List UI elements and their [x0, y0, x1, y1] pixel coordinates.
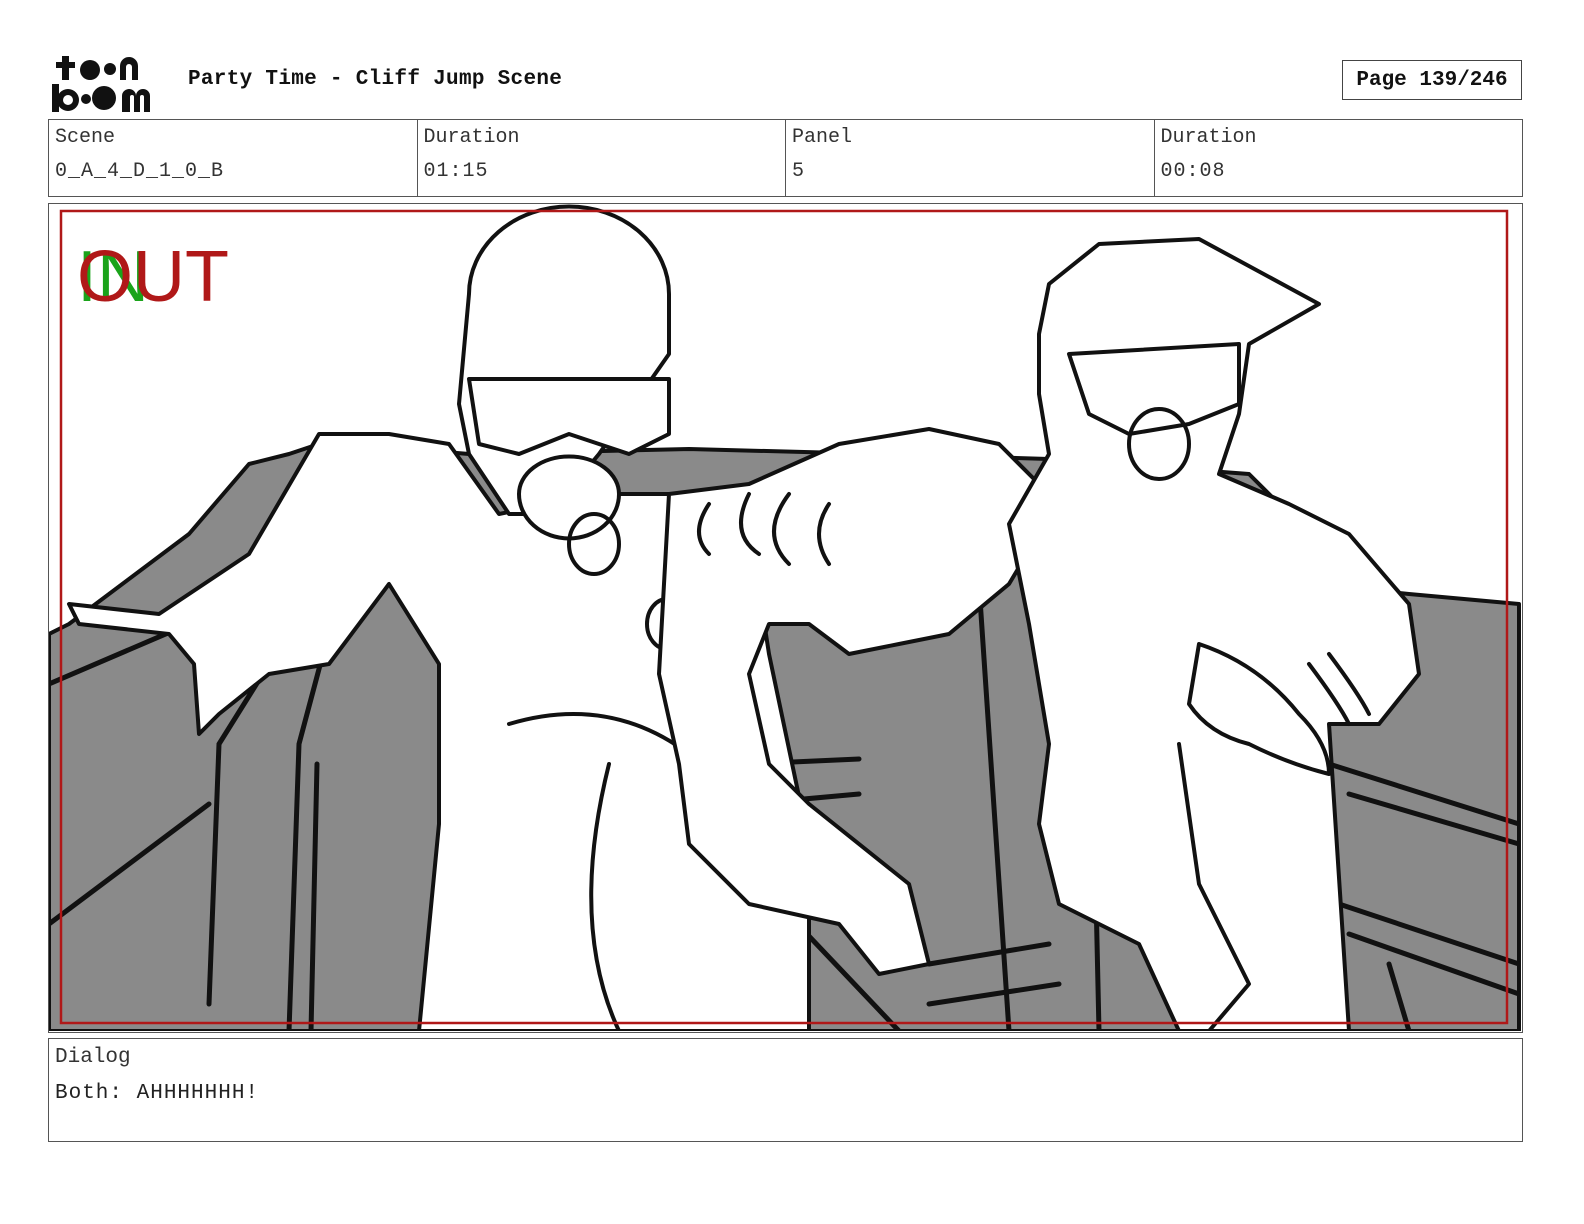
scene-duration-label: Duration — [423, 126, 520, 149]
panel-info-table: Scene 0_A_4_D_1_0_B Duration 01:15 Panel… — [48, 119, 1523, 197]
toon-boom-logo — [52, 56, 150, 112]
dialog-box: Dialog Both: AHHHHHHH! — [48, 1038, 1523, 1142]
scene-value: 0_A_4_D_1_0_B — [55, 160, 225, 183]
panel-value: 5 — [792, 160, 806, 183]
panel-label: Panel — [792, 126, 853, 149]
dialog-label: Dialog — [55, 1046, 131, 1069]
out-marker: OUT — [77, 237, 229, 317]
panel-cell: Panel 5 — [786, 120, 1155, 196]
panel-drawing: IN OUT — [49, 204, 1521, 1031]
storyboard-panel: IN OUT — [48, 203, 1523, 1033]
panel-duration-cell: Duration 00:08 — [1155, 120, 1523, 196]
scene-duration-cell: Duration 01:15 — [418, 120, 786, 196]
scene-cell: Scene 0_A_4_D_1_0_B — [49, 120, 418, 196]
panel-duration-value: 00:08 — [1160, 160, 1226, 183]
scene-duration-value: 01:15 — [423, 160, 489, 183]
dialog-text: Both: AHHHHHHH! — [55, 1082, 260, 1105]
document-title: Party Time - Cliff Jump Scene — [188, 68, 563, 91]
scene-label: Scene — [55, 126, 116, 149]
page-number: Page 139/246 — [1342, 60, 1522, 100]
panel-duration-label: Duration — [1160, 126, 1257, 149]
